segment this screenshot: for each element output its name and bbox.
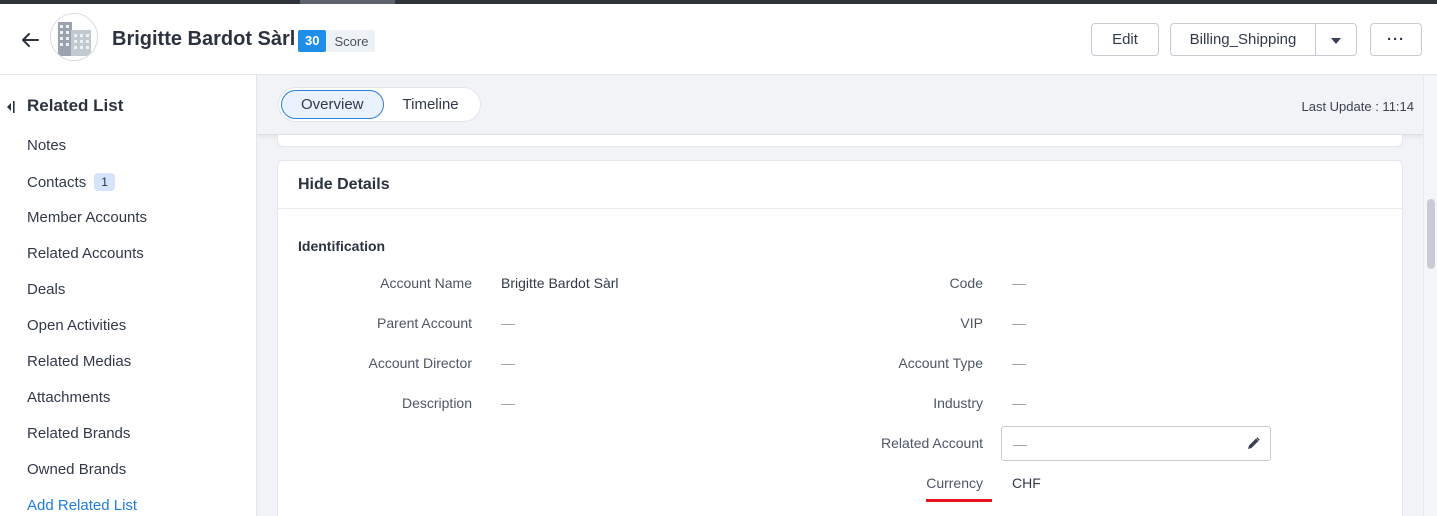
sidebar-item-label: Related Medias [27,353,132,370]
field-value-account-type: — [1012,355,1026,371]
sidebar-title: Related List [27,96,124,115]
count-badge: 1 [94,173,115,191]
field-value-vip: — [1012,315,1026,331]
field-label-currency: Currency [926,475,983,491]
details-card-header[interactable]: Hide Details [278,161,1402,209]
sidebar-item-owned-brands[interactable]: Owned Brands [27,461,126,478]
billing-shipping-button[interactable]: Billing_Shipping [1170,23,1316,56]
field-label-account-name: Account Name [380,275,472,291]
details-card: Hide Details Identification Account Name… [277,160,1403,516]
tab-timeline[interactable]: Timeline [384,90,478,119]
chevron-down-icon [1331,31,1341,48]
page-scrollbar[interactable] [1423,75,1437,516]
tab-overview[interactable]: Overview [281,90,384,119]
sidebar-item-related-brands[interactable]: Related Brands [27,425,130,442]
pencil-icon[interactable] [1247,437,1260,450]
sidebar-item-attachments[interactable]: Attachments [27,389,110,406]
collapse-left-icon[interactable] [5,99,15,115]
main-content: Overview Timeline Last Update : 11:14 Hi… [257,75,1423,516]
field-label-industry: Industry [933,395,983,411]
currency-highlight-underline [926,499,992,502]
field-value-account-name: Brigitte Bardot Sàrl [501,275,619,291]
back-arrow-icon[interactable] [18,28,42,52]
edit-button[interactable]: Edit [1091,23,1159,56]
billing-dropdown-button[interactable] [1315,23,1357,56]
field-value-parent-account: — [501,315,515,331]
field-label-parent-account: Parent Account [377,315,472,331]
sidebar-item-label: Related Brands [27,425,131,442]
hide-details-toggle[interactable]: Hide Details [298,176,390,194]
scrollbar-thumb[interactable] [1427,199,1435,269]
add-related-list-link[interactable]: Add Related List [27,497,137,514]
sidebar-item-notes[interactable]: Notes [27,137,66,154]
previous-card-edge [277,135,1403,147]
sidebar-item-label: Attachments [27,389,111,406]
field-label-account-director: Account Director [368,355,472,371]
sidebar-item-label: Member Accounts [27,209,148,226]
field-label-vip: VIP [960,315,983,331]
field-value-industry: — [1012,395,1026,411]
view-tabs: Overview Timeline [278,87,481,122]
sidebar-item-deals[interactable]: Deals [27,281,65,298]
page-title: Brigitte Bardot Sàrl [112,28,296,50]
sidebar-item-related-accounts[interactable]: Related Accounts [27,245,144,262]
sidebar-item-label: Owned Brands [27,461,127,478]
sidebar-item-related-medias[interactable]: Related Medias [27,353,131,370]
field-label-description: Description [401,395,472,411]
field-label-account-type: Account Type [898,355,983,371]
view-toolbar: Overview Timeline Last Update : 11:14 [257,75,1423,135]
field-label-related-account: Related Account [881,435,983,451]
section-title: Identification [298,238,386,254]
field-value-currency: CHF [1012,475,1041,491]
field-value-description: — [501,395,515,411]
score-label: Score [334,33,369,49]
building-icon [50,13,98,61]
sidebar-item-label: Deals [27,281,66,298]
last-update-text: Last Update : 11:14 [1301,99,1414,114]
field-value-account-director: — [501,355,515,371]
sidebar-item-label: Related Accounts [27,245,144,262]
sidebar-item-label: Notes [27,137,67,154]
sidebar-item-member-accounts[interactable]: Member Accounts [27,209,147,226]
score-badge: 30 Score [298,30,376,52]
sidebar-item-label: Open Activities [27,317,127,334]
field-label-code: Code [949,275,983,291]
field-value-code: — [1012,275,1026,291]
record-header: Brigitte Bardot Sàrl 30 Score Edit Billi… [0,4,1437,75]
related-account-value: — [1013,436,1027,452]
sidebar-item-contacts[interactable]: Contacts 1 [27,173,115,191]
related-account-input[interactable]: — [1001,426,1271,461]
sidebar-item-open-activities[interactable]: Open Activities [27,317,126,334]
sidebar-item-label: Contacts [27,173,87,191]
more-options-button[interactable]: ··· [1370,23,1422,56]
score-value: 30 [298,30,327,52]
related-list-sidebar: Related List Notes Contacts 1 Member Acco… [0,75,257,516]
